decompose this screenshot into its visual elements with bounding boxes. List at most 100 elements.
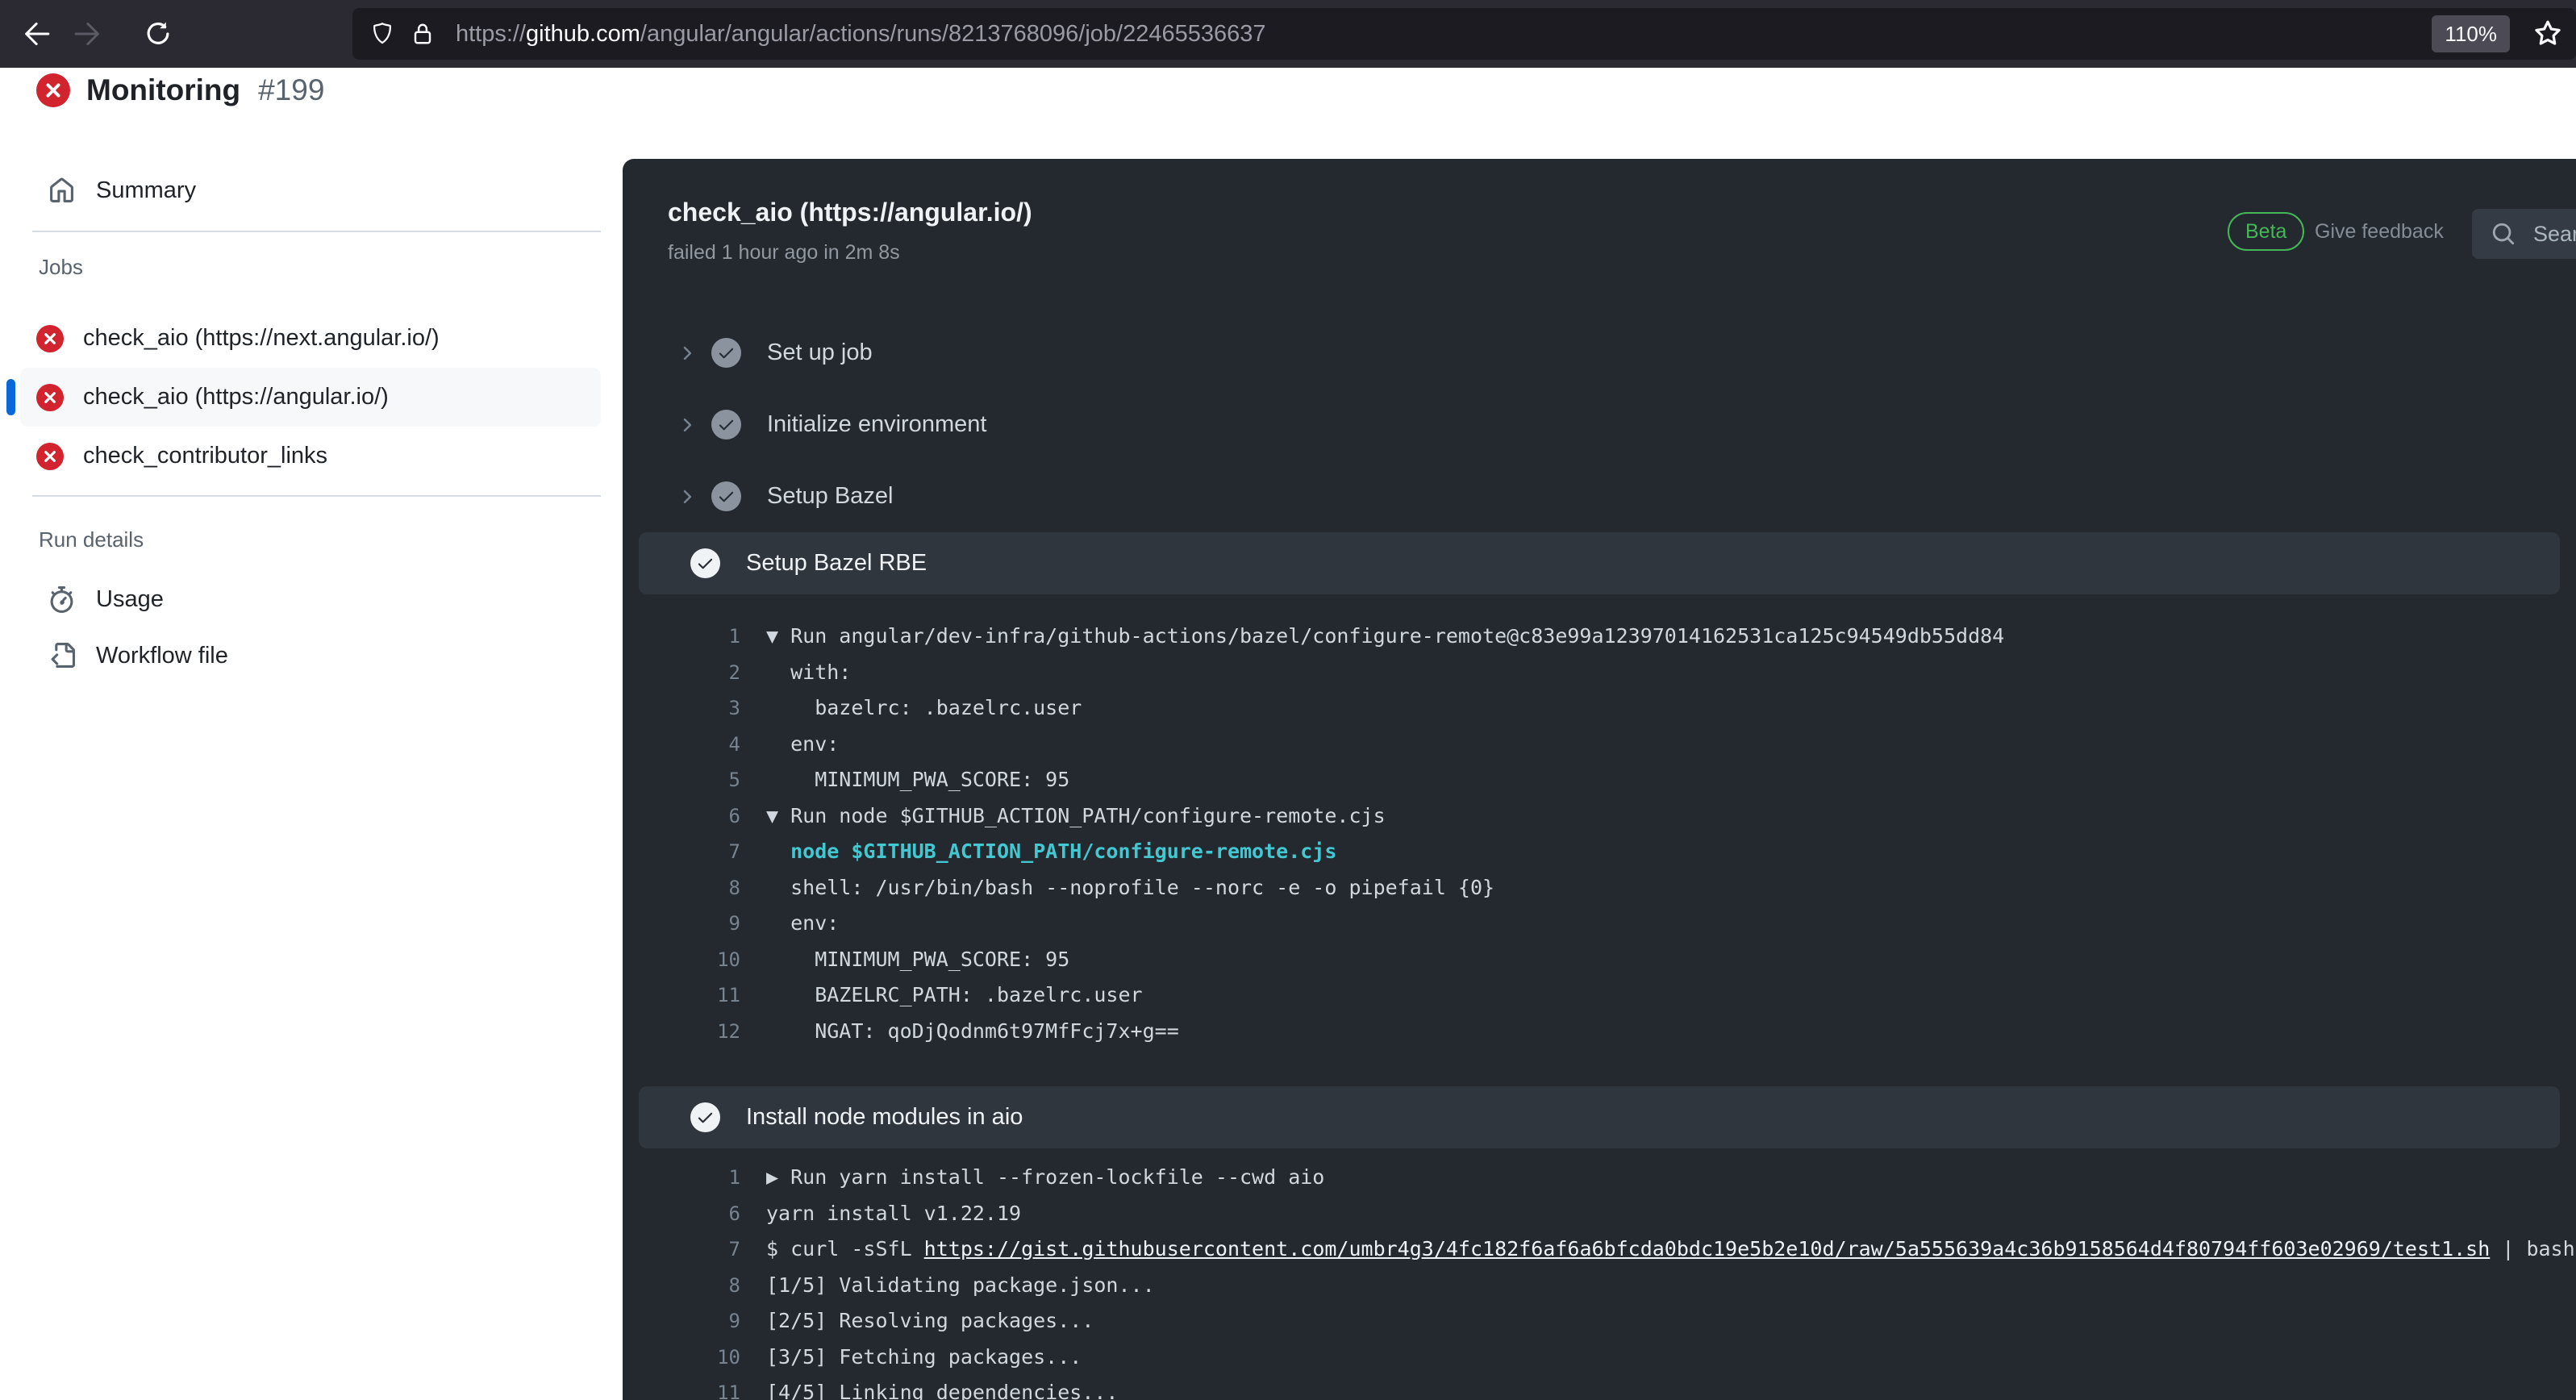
back-button[interactable] xyxy=(21,18,53,50)
bookmark-star-icon[interactable] xyxy=(2534,20,2561,48)
line-text: MINIMUM_PWA_SCORE: 95 xyxy=(766,947,1070,971)
failed-x-circle-icon xyxy=(36,383,64,411)
line-number[interactable]: 1 xyxy=(623,1160,740,1196)
lock-icon[interactable] xyxy=(411,22,435,46)
line-text: ▶ Run yarn install --frozen-lockfile --c… xyxy=(766,1165,1325,1189)
step-setup-bazel[interactable]: Setup Bazel xyxy=(623,460,2576,532)
stopwatch-icon xyxy=(50,585,73,613)
check-icon xyxy=(719,348,734,359)
line-number[interactable]: 7 xyxy=(623,1231,740,1268)
selected-accent-bar xyxy=(6,379,15,415)
browser-nav-buttons xyxy=(0,18,192,50)
forward-button[interactable] xyxy=(71,18,103,50)
success-check-circle-icon xyxy=(690,548,720,578)
step-label: Set up job xyxy=(767,340,873,365)
workflow-file-label: Workflow file xyxy=(96,642,228,669)
line-number[interactable]: 9 xyxy=(623,906,740,942)
line-number[interactable]: 12 xyxy=(623,1014,740,1050)
line-text: shell: /usr/bin/bash --noprofile --norc … xyxy=(766,875,1495,899)
zoom-level-badge[interactable]: 110% xyxy=(2432,15,2510,52)
shield-icon[interactable] xyxy=(370,22,394,46)
sidebar-job-check-aio-https-angular-io[interactable]: check_aio (https://angular.io/) xyxy=(6,368,601,427)
log-line: 6 ▼ Run node $GITHUB_ACTION_PATH/configur… xyxy=(623,798,2576,835)
step-install-node-modules-in-aio[interactable]: Install node modules in aio xyxy=(639,1086,2560,1148)
back-arrow-icon xyxy=(25,22,50,46)
line-number[interactable]: 4 xyxy=(623,727,740,763)
failed-x-circle-icon xyxy=(36,442,64,470)
job-status-line: failed 1 hour ago in 2m 8s xyxy=(668,241,900,264)
log-search-input[interactable]: Sear xyxy=(2472,209,2576,259)
line-text: NGAT: qoDjQodnm6t97MfFcj7x+g== xyxy=(766,1019,1179,1043)
run-details-list: Usage Workflow file xyxy=(48,571,623,684)
line-number[interactable]: 8 xyxy=(623,1268,740,1304)
step-label: Install node modules in aio xyxy=(746,1104,1023,1130)
log-line: 3 bazelrc: .bazelrc.user xyxy=(623,690,2576,727)
line-text: node $GITHUB_ACTION_PATH/configure-remot… xyxy=(766,840,1337,863)
url-bar[interactable]: https://github.com/angular/angular/actio… xyxy=(352,8,2576,60)
line-number[interactable]: 7 xyxy=(623,834,740,870)
url-scheme: https:// xyxy=(456,20,527,47)
sidebar-job-check-aio-https-next-angular-io[interactable]: check_aio (https://next.angular.io/) xyxy=(20,309,601,368)
line-text: [2/5] Resolving packages... xyxy=(766,1309,1094,1332)
chevron-right-icon xyxy=(683,418,692,431)
line-text: [4/5] Linking dependencies... xyxy=(766,1381,1119,1400)
line-text: BAZELRC_PATH: .bazelrc.user xyxy=(766,983,1143,1006)
line-number[interactable]: 1 xyxy=(623,619,740,655)
line-text: bazelrc: .bazelrc.user xyxy=(766,696,1082,719)
line-number[interactable]: 5 xyxy=(623,762,740,798)
screen: https://github.com/angular/angular/actio… xyxy=(0,0,2576,1400)
beta-badge: Beta xyxy=(2228,212,2305,251)
line-number[interactable]: 8 xyxy=(623,870,740,906)
failed-x-circle-icon xyxy=(36,324,64,352)
sidebar-job-check-contributor-links[interactable]: check_contributor_links xyxy=(20,427,601,485)
line-number[interactable]: 10 xyxy=(623,942,740,978)
check-icon xyxy=(719,491,734,502)
step-install-node-modules-in-aio-log: 1 ▶ Run yarn install --frozen-lockfile --… xyxy=(623,1160,2576,1400)
log-line: 8 shell: /usr/bin/bash --noprofile --nor… xyxy=(623,870,2576,906)
reload-icon xyxy=(147,22,169,44)
sidebar-item-usage[interactable]: Usage xyxy=(48,571,623,627)
step-initialize-environment[interactable]: Initialize environment xyxy=(623,389,2576,460)
line-number[interactable]: 10 xyxy=(623,1340,740,1376)
line-number[interactable]: 11 xyxy=(623,1375,740,1400)
log-line: 9 env: xyxy=(623,906,2576,942)
step-set-up-job[interactable]: Set up job xyxy=(623,317,2576,389)
steps-list: Set up job Initialize environment Setup Ba… xyxy=(623,317,2576,1400)
url-text: https://github.com/angular/angular/actio… xyxy=(456,21,2416,48)
sidebar-item-workflow-file[interactable]: Workflow file xyxy=(48,627,623,684)
line-text: env: xyxy=(766,731,840,756)
line-number[interactable]: 2 xyxy=(623,655,740,691)
sidebar: Summary Jobs check_aio (https://next.ang… xyxy=(0,68,623,1400)
browser-toolbar: https://github.com/angular/angular/actio… xyxy=(0,0,2576,68)
line-text: ▼ Run node $GITHUB_ACTION_PATH/configure… xyxy=(766,803,1386,827)
log-link[interactable]: https://gist.githubusercontent.com/umbr4… xyxy=(924,1237,2491,1260)
step-setup-bazel-rbe[interactable]: Setup Bazel RBE xyxy=(639,532,2560,594)
line-number[interactable]: 6 xyxy=(623,798,740,835)
log-line: 1 ▶ Run yarn install --frozen-lockfile --… xyxy=(623,1160,2576,1196)
line-number[interactable]: 11 xyxy=(623,977,740,1014)
line-text: ▼ Run angular/dev-infra/github-actions/b… xyxy=(766,624,2005,648)
url-host: github.com xyxy=(526,20,640,47)
page: Monitoring #199 Summary Jobs check_aio (… xyxy=(0,68,2576,1400)
step-label: Setup Bazel xyxy=(767,483,894,509)
log-line: 12 NGAT: qoDjQodnm6t97MfFcj7x+g== xyxy=(623,1014,2576,1050)
run-details-section-label: Run details xyxy=(39,527,144,552)
line-text: MINIMUM_PWA_SCORE: 95 xyxy=(766,768,1070,791)
log-line: 9 [2/5] Resolving packages... xyxy=(623,1303,2576,1340)
line-text: [3/5] Fetching packages... xyxy=(766,1344,1082,1369)
sidebar-divider xyxy=(32,495,601,497)
log-line: 7 node $GITHUB_ACTION_PATH/configure-rem… xyxy=(623,834,2576,870)
step-label: Setup Bazel RBE xyxy=(746,550,927,576)
give-feedback-link[interactable]: Give feedback xyxy=(2315,220,2444,244)
reload-button[interactable] xyxy=(142,18,174,50)
log-line: 10 MINIMUM_PWA_SCORE: 95 xyxy=(623,942,2576,978)
url-path: /angular/angular/actions/runs/8213768096… xyxy=(640,20,1266,47)
log-line: 11 BAZELRC_PATH: .bazelrc.user xyxy=(623,977,2576,1014)
line-number[interactable]: 9 xyxy=(623,1303,740,1340)
line-number[interactable]: 6 xyxy=(623,1196,740,1232)
sidebar-item-summary[interactable]: Summary xyxy=(48,160,196,220)
forward-arrow-icon xyxy=(74,22,99,46)
line-number[interactable]: 3 xyxy=(623,690,740,727)
search-icon xyxy=(2492,223,2515,245)
chevron-right-icon xyxy=(683,346,692,360)
